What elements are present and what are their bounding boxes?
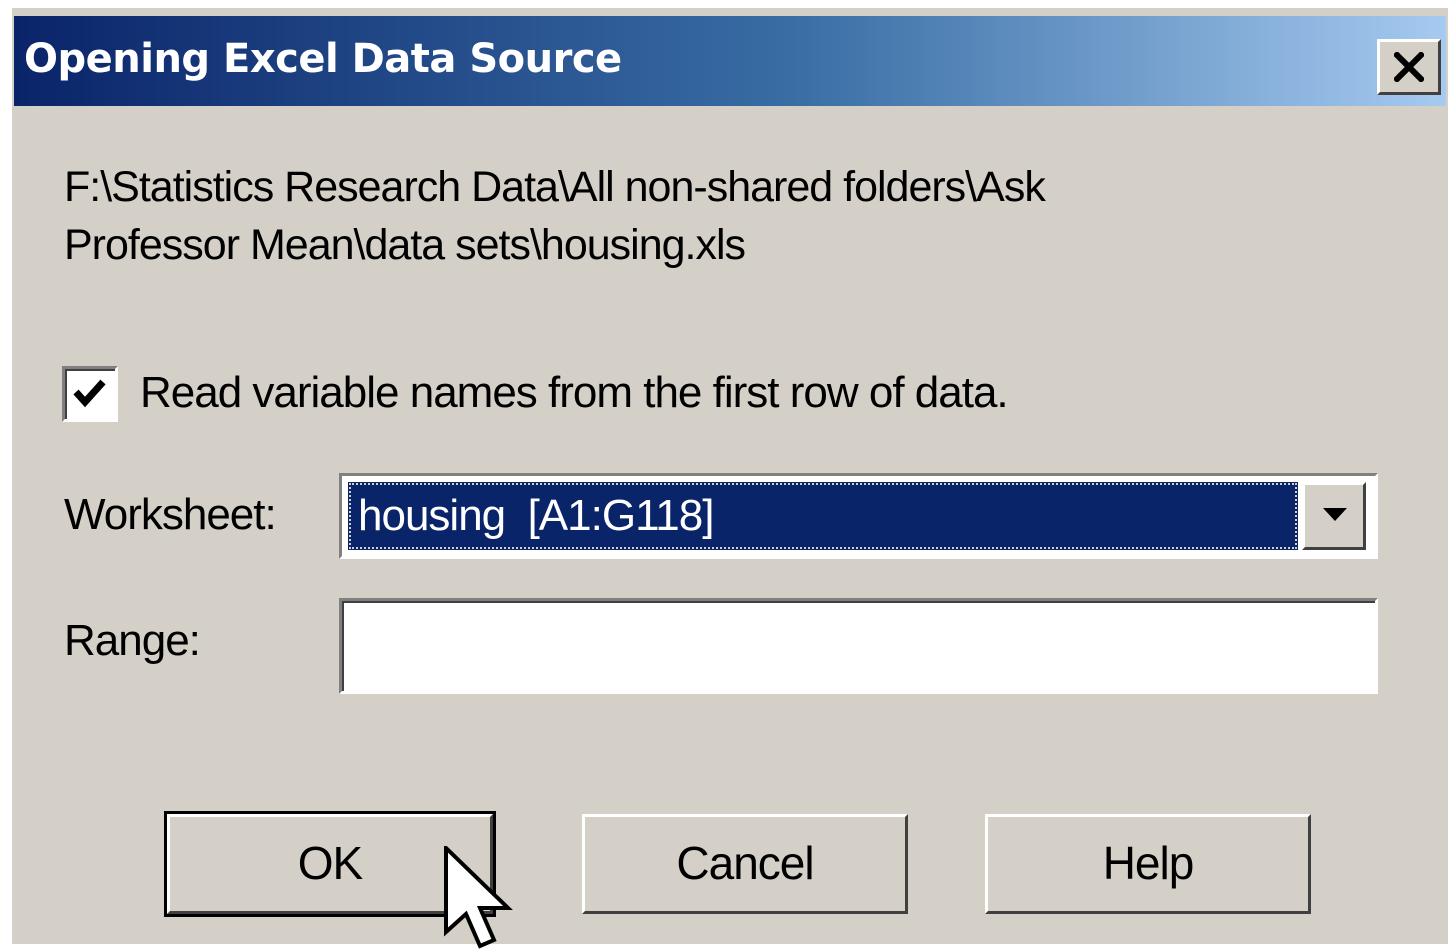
file-path-line-2: Professor Mean\data sets\housing.xls	[64, 221, 746, 269]
worksheet-selected-value[interactable]: housing [A1:G118]	[348, 482, 1298, 550]
range-input[interactable]	[339, 598, 1378, 694]
worksheet-dropdown[interactable]: housing [A1:G118]	[339, 473, 1378, 559]
mouse-pointer-icon	[444, 846, 513, 949]
chevron-down-icon	[1323, 508, 1347, 521]
read-variable-names-checkbox[interactable]	[62, 366, 118, 422]
file-path-line-1: F:\Statistics Research Data\All non-shar…	[64, 163, 1046, 211]
range-label: Range:	[64, 616, 201, 665]
help-button[interactable]: Help	[985, 814, 1311, 914]
close-icon	[1394, 52, 1424, 82]
read-variable-names-label[interactable]: Read variable names from the first row o…	[140, 368, 1009, 418]
close-button[interactable]	[1377, 39, 1441, 95]
title-bar[interactable]: Opening Excel Data Source	[14, 16, 1446, 106]
cancel-button[interactable]: Cancel	[582, 814, 908, 914]
worksheet-dropdown-button[interactable]	[1302, 482, 1366, 550]
excel-data-source-dialog: Opening Excel Data Source F:\Statistics …	[10, 6, 1448, 949]
worksheet-label: Worksheet:	[64, 490, 277, 539]
dialog-title: Opening Excel Data Source	[24, 36, 622, 82]
checkmark-icon	[73, 379, 106, 408]
file-path: F:\Statistics Research Data\All non-shar…	[64, 158, 1264, 274]
